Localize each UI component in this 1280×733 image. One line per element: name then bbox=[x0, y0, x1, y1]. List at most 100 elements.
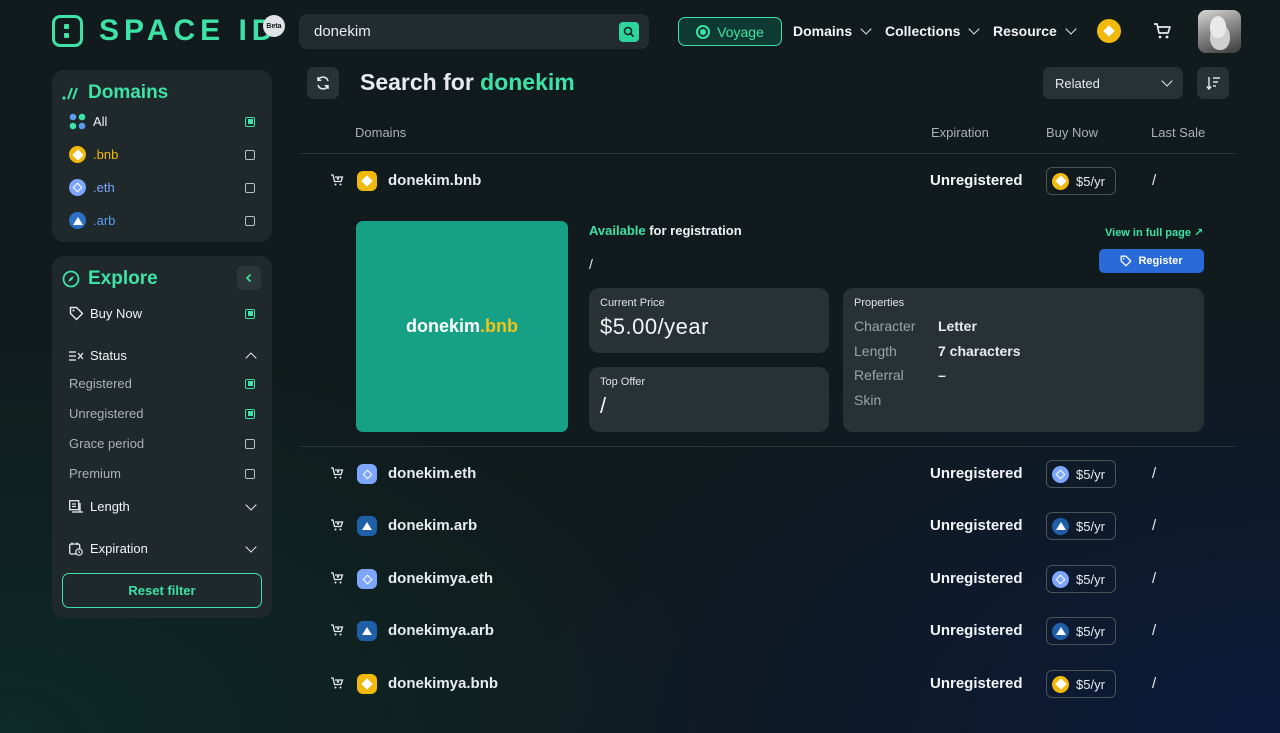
status-section-toggle[interactable]: Status bbox=[69, 348, 257, 364]
chevron-down-icon bbox=[860, 23, 872, 35]
chevron-down-icon bbox=[245, 498, 257, 511]
register-button[interactable]: Register bbox=[1099, 249, 1204, 273]
status-grace-label: Grace period bbox=[69, 436, 145, 451]
status-option-registered[interactable]: Registered bbox=[69, 376, 255, 391]
filter-eth[interactable]: .eth bbox=[69, 179, 255, 196]
length-section-toggle[interactable]: Length bbox=[69, 498, 257, 514]
buy-now-price[interactable]: $5/yr bbox=[1046, 512, 1116, 540]
nav-resource[interactable]: Resource bbox=[993, 23, 1077, 39]
domain-name[interactable]: donekim.eth bbox=[388, 465, 476, 482]
sort-select[interactable]: Related bbox=[1043, 67, 1183, 99]
explore-filter-panel: Explore Buy Now Status Registered Unregi… bbox=[52, 256, 272, 618]
refresh-button[interactable] bbox=[307, 67, 339, 99]
reset-filter-button[interactable]: Reset filter bbox=[62, 573, 262, 608]
status-label: Status bbox=[90, 348, 127, 363]
brand-logo[interactable]: SPACE ID bbox=[52, 14, 278, 48]
nav-domains[interactable]: Domains bbox=[793, 23, 872, 39]
arb-icon bbox=[357, 516, 377, 536]
filter-bnb-checkbox[interactable] bbox=[245, 149, 255, 160]
filter-eth-checkbox[interactable] bbox=[245, 182, 255, 193]
status-option-unregistered[interactable]: Unregistered bbox=[69, 406, 255, 421]
add-to-cart-icon[interactable] bbox=[330, 623, 344, 642]
sort-order-button[interactable] bbox=[1197, 67, 1229, 99]
column-header-buy-now: Buy Now bbox=[1046, 125, 1099, 140]
add-to-cart-icon[interactable] bbox=[330, 466, 344, 485]
length-label: Length bbox=[90, 499, 130, 514]
buy-now-price[interactable]: $5/yr bbox=[1046, 670, 1116, 698]
domain-name[interactable]: donekim.arb bbox=[388, 517, 477, 534]
expiration-section-toggle[interactable]: Expiration bbox=[69, 540, 257, 556]
chevron-down-icon bbox=[1065, 23, 1077, 35]
domain-status: Unregistered bbox=[930, 465, 1023, 482]
status-unregistered-checkbox[interactable] bbox=[245, 408, 255, 419]
search-bar[interactable]: donekim bbox=[299, 14, 649, 49]
filter-all-label: All bbox=[93, 114, 108, 129]
table-row[interactable]: donekimya.bnb Unregistered $5/yr / bbox=[300, 664, 1236, 704]
search-button[interactable] bbox=[619, 21, 639, 42]
arb-icon bbox=[69, 212, 86, 229]
filter-eth-label: .eth bbox=[93, 180, 115, 195]
last-sale: / bbox=[1152, 465, 1157, 482]
table-row[interactable]: donekimya.eth Unregistered $5/yr / bbox=[300, 559, 1236, 599]
add-to-cart-icon[interactable] bbox=[330, 676, 344, 695]
status-option-premium[interactable]: Premium bbox=[69, 466, 255, 481]
cart-button[interactable] bbox=[1152, 21, 1172, 46]
status-grace-checkbox[interactable] bbox=[245, 438, 255, 449]
expiration-label: Expiration bbox=[90, 541, 148, 556]
status-option-grace[interactable]: Grace period bbox=[69, 436, 255, 451]
title-keyword: donekim bbox=[480, 69, 575, 95]
buy-now-checkbox[interactable] bbox=[245, 308, 255, 319]
filter-all-checkbox[interactable] bbox=[245, 116, 255, 127]
buy-now-price[interactable]: $5/yr bbox=[1046, 565, 1116, 593]
filter-bnb[interactable]: .bnb bbox=[69, 146, 255, 163]
status-premium-checkbox[interactable] bbox=[245, 468, 255, 479]
domain-status: Unregistered bbox=[930, 570, 1023, 587]
compass-icon bbox=[62, 270, 80, 288]
domain-name[interactable]: donekimya.bnb bbox=[388, 675, 498, 692]
property-key: Skin bbox=[854, 392, 882, 408]
chevron-left-icon bbox=[245, 273, 252, 283]
filter-all[interactable]: All bbox=[69, 113, 255, 130]
domains-filter-title: Domains bbox=[62, 82, 168, 104]
collapse-sidebar-button[interactable] bbox=[237, 266, 261, 290]
table-row[interactable]: donekimya.arb Unregistered $5/yr / bbox=[300, 611, 1236, 651]
sort-select-value: Related bbox=[1055, 75, 1100, 91]
chevron-down-icon bbox=[1161, 75, 1173, 87]
nav-collections[interactable]: Collections bbox=[885, 23, 981, 39]
buy-now-price[interactable]: $5/yr bbox=[1046, 460, 1116, 488]
user-avatar[interactable] bbox=[1198, 10, 1241, 53]
buy-now-price[interactable]: $5/yr bbox=[1046, 617, 1116, 645]
search-input[interactable]: donekim bbox=[314, 23, 619, 40]
detail-divider bbox=[300, 446, 1236, 447]
eth-icon bbox=[1052, 465, 1069, 483]
domain-status: Unregistered bbox=[930, 517, 1023, 534]
domain-name[interactable]: donekimya.eth bbox=[388, 570, 493, 587]
properties-card: Properties Character Letter Length 7 cha… bbox=[843, 288, 1204, 432]
domain-name[interactable]: donekimya.arb bbox=[388, 622, 494, 639]
register-label: Register bbox=[1138, 255, 1183, 267]
filter-arb[interactable]: .arb bbox=[69, 212, 255, 229]
add-to-cart-icon[interactable] bbox=[330, 173, 344, 192]
last-sale: / bbox=[1152, 570, 1157, 587]
table-row[interactable]: donekim.arb Unregistered $5/yr / bbox=[300, 506, 1236, 546]
status-registered-checkbox[interactable] bbox=[245, 378, 255, 389]
add-to-cart-icon[interactable] bbox=[330, 571, 344, 590]
voyage-button[interactable]: Voyage bbox=[678, 17, 782, 46]
filter-buy-now[interactable]: Buy Now bbox=[69, 306, 255, 321]
column-header-last-sale: Last Sale bbox=[1151, 125, 1206, 140]
table-row[interactable]: donekim.bnb Unregistered $5/yr / bbox=[300, 161, 1236, 201]
current-price-card: Current Price $5.00/year bbox=[589, 288, 829, 353]
available-rest: for registration bbox=[645, 223, 742, 238]
column-header-expiration: Expiration bbox=[931, 125, 989, 140]
filter-arb-checkbox[interactable] bbox=[245, 215, 255, 226]
view-full-page-link[interactable]: View in full page ↗ bbox=[1105, 226, 1203, 239]
bnb-chain-icon[interactable] bbox=[1097, 19, 1121, 43]
buy-now-price[interactable]: $5/yr bbox=[1046, 167, 1116, 195]
table-row[interactable]: donekim.eth Unregistered $5/yr / bbox=[300, 454, 1236, 494]
chevron-down-icon bbox=[968, 23, 981, 35]
nav-resource-label: Resource bbox=[993, 23, 1057, 39]
domain-status: Unregistered bbox=[930, 675, 1023, 692]
domain-name[interactable]: donekim.bnb bbox=[388, 172, 481, 189]
sort-icon bbox=[1205, 77, 1220, 90]
add-to-cart-icon[interactable] bbox=[330, 518, 344, 537]
